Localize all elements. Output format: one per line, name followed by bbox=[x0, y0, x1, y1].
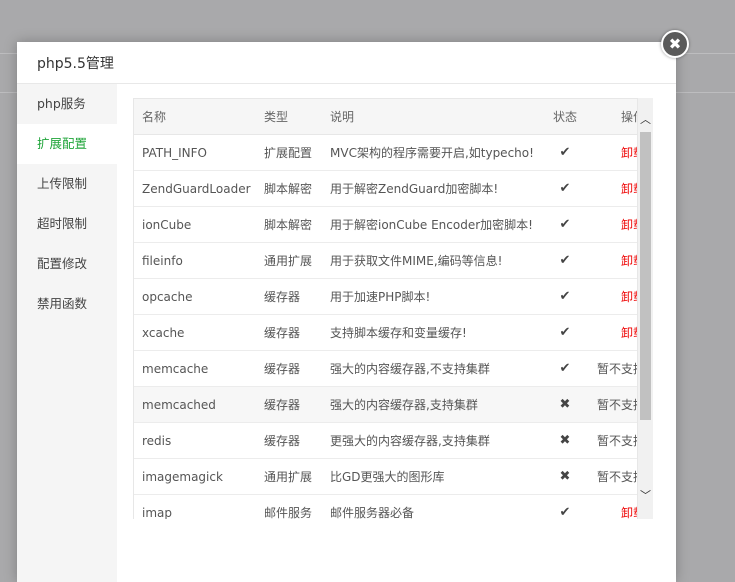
sidebar-item[interactable]: php服务 bbox=[17, 84, 117, 124]
php-manage-modal: php5.5管理 php服务 扩展配置 上传限制 超时限制 配置修改 禁用函数 名称 类型… bbox=[17, 42, 676, 582]
ext-type-cell: 缓存器 bbox=[264, 434, 301, 448]
modal-title: php5.5管理 bbox=[37, 55, 114, 72]
ext-desc-cell: 用于加速PHP脚本! bbox=[330, 290, 431, 304]
modal-header: php5.5管理 bbox=[17, 42, 676, 84]
table-header-row: 名称 类型 说明 状态 操作 bbox=[134, 99, 637, 135]
ext-desc-cell: 强大的内容缓存器,支持集群 bbox=[330, 398, 478, 412]
ext-name-cell: fileinfo bbox=[142, 253, 183, 268]
status-check-icon: ✔ bbox=[559, 145, 571, 160]
ext-desc-cell: 强大的内容缓存器,不支持集群 bbox=[330, 362, 490, 376]
scroll-thumb[interactable] bbox=[640, 132, 651, 420]
table-row: ionCube 脚本解密 用于解密ionCube Encoder加密脚本! ✔ 卸载 bbox=[134, 206, 637, 243]
table-row: imagemagick 通用扩展 比GD更强大的图形库 ✖ 暂不支持 bbox=[134, 458, 637, 495]
ext-name-cell: xcache bbox=[142, 325, 185, 340]
col-header-name: 名称 bbox=[134, 99, 263, 135]
sidebar-item[interactable]: 禁用函数 bbox=[17, 284, 117, 324]
ext-desc-cell: 比GD更强大的图形库 bbox=[330, 470, 445, 484]
status-cross-icon: ✖ bbox=[559, 469, 571, 484]
status-check-icon: ✔ bbox=[559, 325, 571, 340]
ext-desc-cell: 用于获取文件MIME,编码等信息! bbox=[330, 254, 503, 268]
status-check-icon: ✔ bbox=[559, 505, 571, 519]
sidebar-item[interactable]: 超时限制 bbox=[17, 204, 117, 244]
table-row: xcache 缓存器 支持脚本缓存和变量缓存! ✔ 卸载 bbox=[134, 314, 637, 351]
unsupported-label: 暂不支持 bbox=[596, 470, 637, 484]
ext-type-cell: 脚本解密 bbox=[264, 218, 313, 232]
ext-name-cell: redis bbox=[142, 433, 172, 448]
table-row: memcached 缓存器 强大的内容缓存器,支持集群 ✖ 暂不支持 bbox=[134, 386, 637, 423]
ext-desc-cell: 更强大的内容缓存器,支持集群 bbox=[330, 434, 490, 448]
scroll-up-icon[interactable]: ︿ bbox=[638, 110, 653, 127]
ext-name-cell: memcache bbox=[142, 361, 209, 376]
extension-panel: 名称 类型 说明 状态 操作 PATH_INFO 扩展配置 MVC架构的程序需要开启… bbox=[133, 98, 653, 519]
ext-desc-cell: 邮件服务器必备 bbox=[330, 506, 415, 519]
ext-desc-cell: MVC架构的程序需要开启,如typecho! bbox=[330, 146, 534, 160]
sidebar-item[interactable]: 上传限制 bbox=[17, 164, 117, 204]
ext-desc-cell: 用于解密ionCube Encoder加密脚本! bbox=[330, 218, 533, 232]
unsupported-label: 暂不支持 bbox=[596, 362, 637, 376]
col-header-type: 类型 bbox=[263, 99, 329, 135]
extension-table: 名称 类型 说明 状态 操作 PATH_INFO 扩展配置 MVC架构的程序需要开启… bbox=[134, 99, 637, 520]
ext-name-cell: ionCube bbox=[142, 217, 192, 232]
uninstall-link[interactable]: 卸载 bbox=[621, 326, 637, 340]
ext-desc-cell: 用于解密ZendGuard加密脚本! bbox=[330, 182, 499, 196]
ext-type-cell: 缓存器 bbox=[264, 290, 301, 304]
col-header-desc: 说明 bbox=[329, 99, 541, 135]
uninstall-link[interactable]: 卸载 bbox=[621, 146, 637, 160]
ext-type-cell: 脚本解密 bbox=[264, 182, 313, 196]
uninstall-link[interactable]: 卸载 bbox=[621, 182, 637, 196]
col-header-op: 操作 bbox=[589, 99, 637, 135]
sidebar-item[interactable]: 配置修改 bbox=[17, 244, 117, 284]
ext-type-cell: 缓存器 bbox=[264, 362, 301, 376]
ext-name-cell: PATH_INFO bbox=[142, 145, 207, 160]
ext-name-cell: imagemagick bbox=[142, 469, 223, 484]
unsupported-label: 暂不支持 bbox=[596, 398, 637, 412]
sidebar-item[interactable]: 扩展配置 bbox=[17, 124, 117, 164]
extension-table-wrap: 名称 类型 说明 状态 操作 PATH_INFO 扩展配置 MVC架构的程序需要开启… bbox=[133, 98, 638, 519]
table-row: fileinfo 通用扩展 用于获取文件MIME,编码等信息! ✔ 卸载 bbox=[134, 242, 637, 279]
ext-name-cell: memcached bbox=[142, 397, 216, 412]
table-row: PATH_INFO 扩展配置 MVC架构的程序需要开启,如typecho! ✔ 卸载 bbox=[134, 134, 637, 171]
table-scrollbar[interactable]: ︿ ﹀ bbox=[638, 98, 653, 519]
uninstall-link[interactable]: 卸载 bbox=[621, 254, 637, 268]
status-check-icon: ✔ bbox=[559, 217, 571, 232]
unsupported-label: 暂不支持 bbox=[596, 434, 637, 448]
status-cross-icon: ✖ bbox=[559, 433, 571, 448]
table-row: redis 缓存器 更强大的内容缓存器,支持集群 ✖ 暂不支持 bbox=[134, 422, 637, 459]
ext-type-cell: 扩展配置 bbox=[264, 146, 313, 160]
status-check-icon: ✔ bbox=[559, 181, 571, 196]
uninstall-link[interactable]: 卸载 bbox=[621, 290, 637, 304]
table-row: opcache 缓存器 用于加速PHP脚本! ✔ 卸载 bbox=[134, 278, 637, 315]
ext-name-cell: imap bbox=[142, 505, 172, 520]
sidebar: php服务 扩展配置 上传限制 超时限制 配置修改 禁用函数 bbox=[17, 84, 117, 582]
table-row: ZendGuardLoader 脚本解密 用于解密ZendGuard加密脚本! ✔ 卸载 bbox=[134, 170, 637, 207]
col-header-status: 状态 bbox=[541, 99, 589, 135]
table-row: imap 邮件服务 邮件服务器必备 ✔ 卸载 bbox=[134, 494, 637, 520]
scroll-down-icon[interactable]: ﹀ bbox=[638, 486, 653, 503]
ext-type-cell: 缓存器 bbox=[264, 326, 301, 340]
ext-type-cell: 通用扩展 bbox=[264, 254, 313, 268]
status-check-icon: ✔ bbox=[559, 361, 571, 376]
ext-type-cell: 邮件服务 bbox=[264, 506, 313, 519]
ext-name-cell: ZendGuardLoader bbox=[142, 181, 251, 196]
ext-type-cell: 缓存器 bbox=[264, 398, 301, 412]
ext-name-cell: opcache bbox=[142, 289, 193, 304]
close-icon[interactable]: ✖ bbox=[661, 30, 689, 58]
status-check-icon: ✔ bbox=[559, 289, 571, 304]
ext-type-cell: 通用扩展 bbox=[264, 470, 313, 484]
table-row: memcache 缓存器 强大的内容缓存器,不支持集群 ✔ 暂不支持 bbox=[134, 350, 637, 387]
status-check-icon: ✔ bbox=[559, 253, 571, 268]
uninstall-link[interactable]: 卸载 bbox=[621, 218, 637, 232]
uninstall-link[interactable]: 卸载 bbox=[621, 506, 637, 519]
status-cross-icon: ✖ bbox=[559, 397, 571, 412]
ext-desc-cell: 支持脚本缓存和变量缓存! bbox=[330, 326, 467, 340]
